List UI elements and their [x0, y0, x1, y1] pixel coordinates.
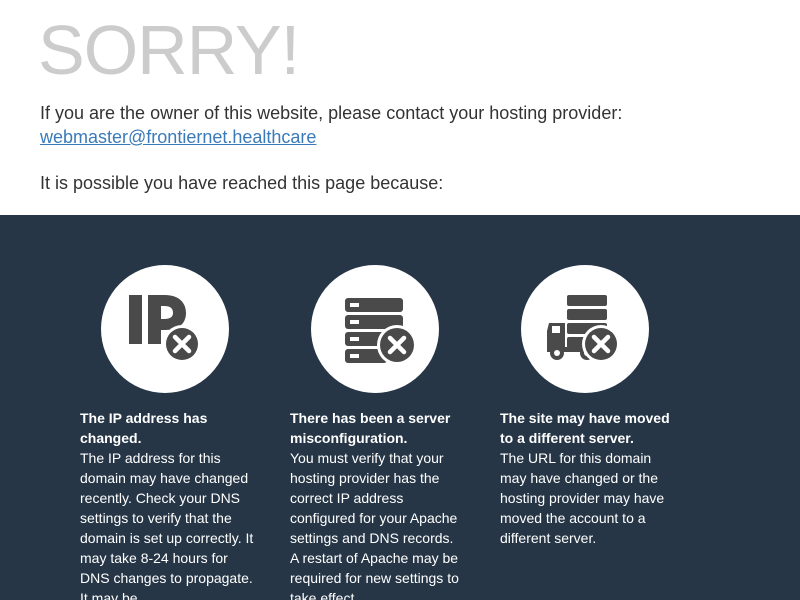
reason-server-body: You must verify that your hosting provid… [290, 450, 459, 600]
server-moved-icon [521, 265, 649, 393]
page-title: SORRY! [38, 11, 300, 89]
reason-intro: It is possible you have reached this pag… [40, 173, 444, 193]
reason-moved-text: The site may have moved to a different s… [500, 408, 675, 548]
owner-message: If you are the owner of this website, pl… [40, 101, 622, 149]
header-section: SORRY! If you are the owner of this webs… [0, 0, 800, 215]
reason-moved-heading: The site may have moved to a different s… [500, 410, 670, 446]
reason-server-text: There has been a server misconfiguration… [290, 408, 465, 600]
reason-ip-heading: The IP address has changed. [80, 410, 208, 446]
ip-error-icon [101, 265, 229, 393]
reason-ip-body: The IP address for this domain may have … [80, 450, 254, 600]
reason-moved-body: The URL for this domain may have changed… [500, 450, 665, 546]
server-error-icon [311, 265, 439, 393]
reasons-panel: The IP address has changed. The IP addre… [0, 215, 800, 600]
contact-email-link[interactable]: webmaster@frontiernet.healthcare [40, 127, 316, 147]
owner-text: If you are the owner of this website, pl… [40, 103, 623, 123]
reason-server-heading: There has been a server misconfiguration… [290, 410, 451, 446]
reason-ip-text: The IP address has changed. The IP addre… [80, 408, 255, 600]
